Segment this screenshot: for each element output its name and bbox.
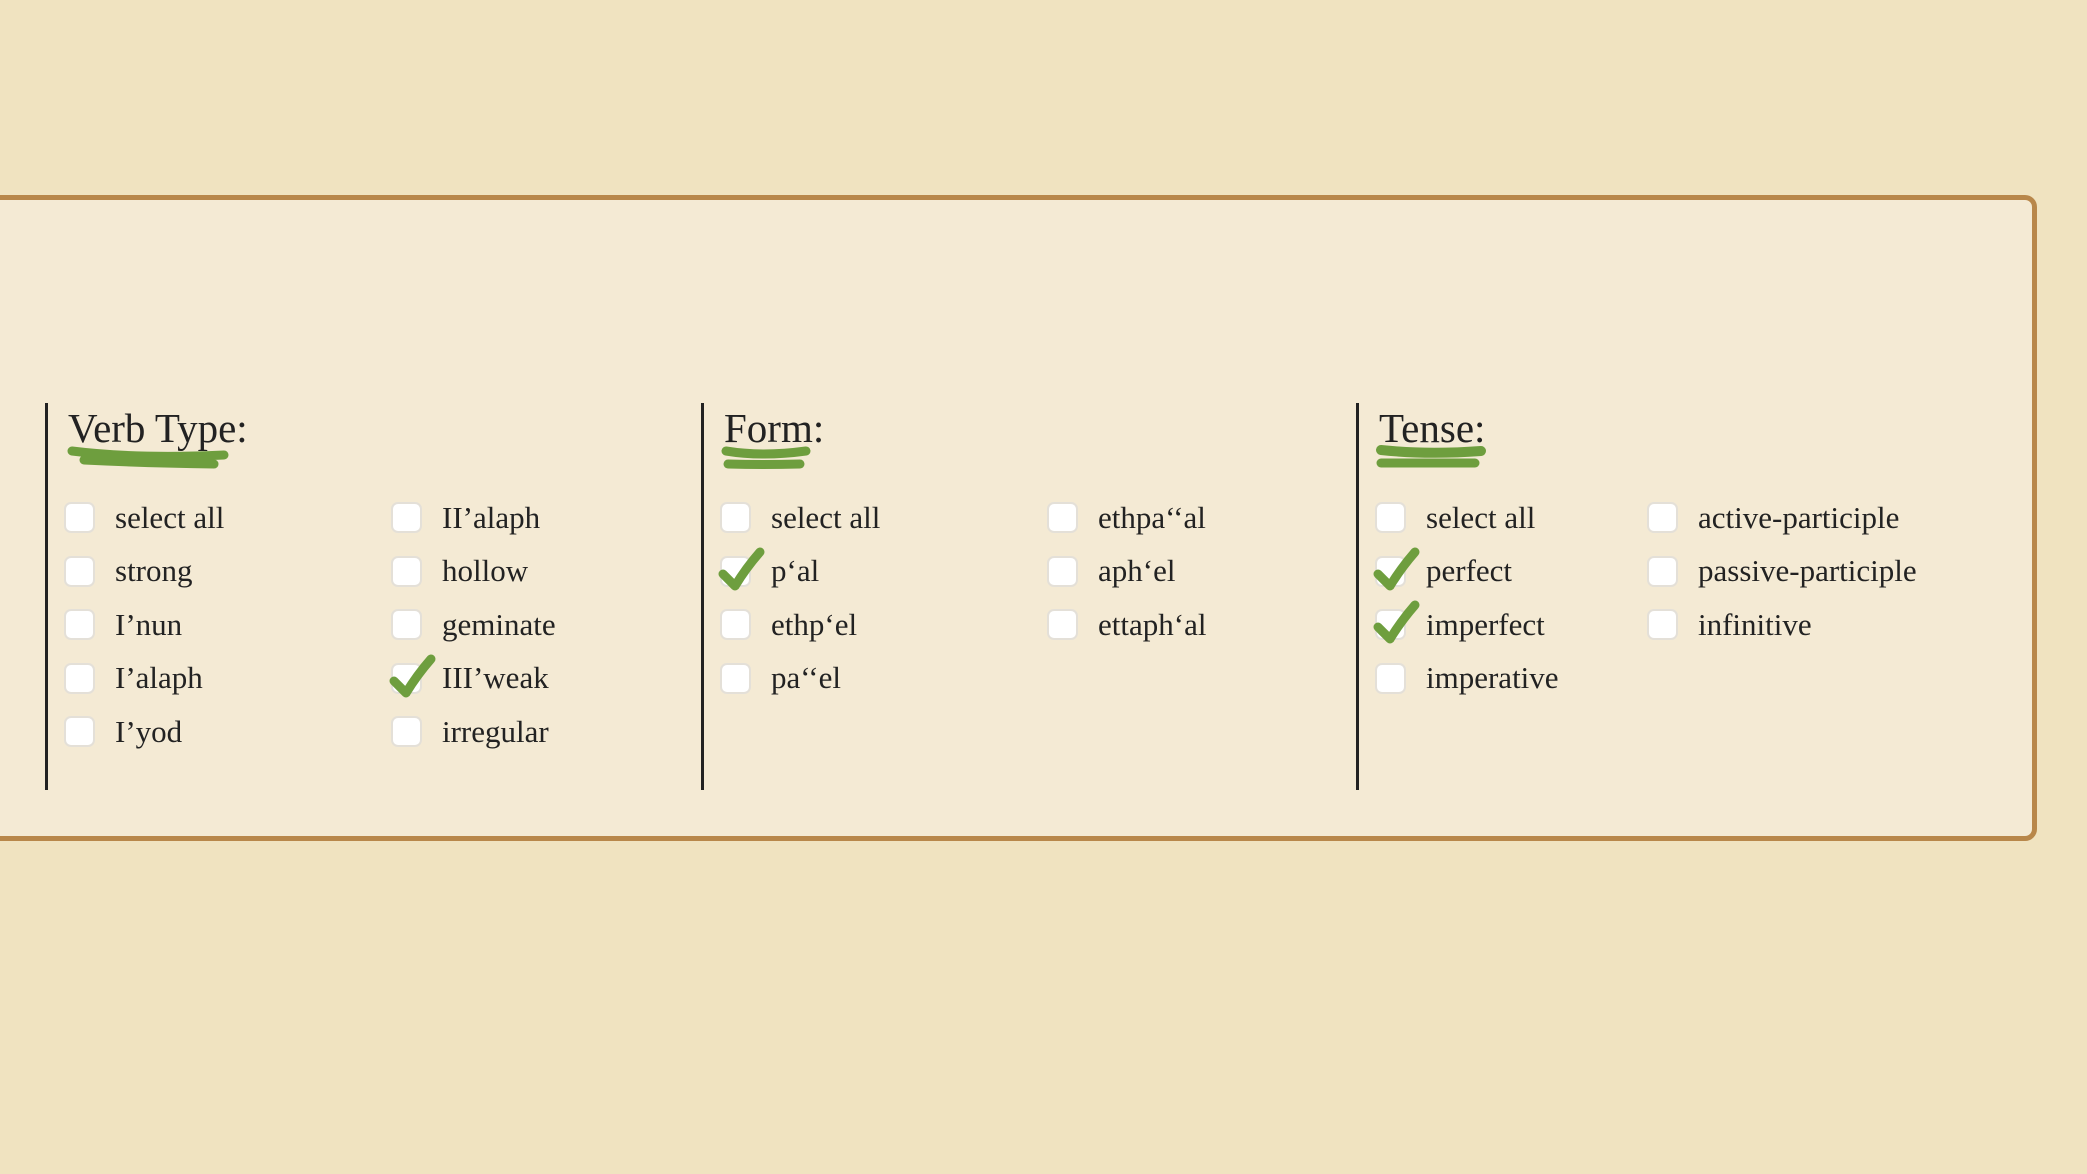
checkbox[interactable] — [391, 716, 422, 748]
checkbox-item-form-pa-el[interactable]: pa‘‘el — [720, 652, 880, 706]
checkbox-label: I’yod — [115, 713, 183, 749]
checkbox[interactable] — [1373, 600, 1420, 644]
checkbox-item-verb-type-strong[interactable]: strong — [64, 545, 224, 599]
checkbox[interactable] — [1047, 555, 1078, 587]
checkbox-item-tense-imperative[interactable]: imperative — [1375, 652, 1559, 706]
checkbox[interactable] — [1375, 502, 1406, 534]
checkbox-item-verb-type-geminate[interactable]: geminate — [391, 598, 556, 652]
tense-column-1: select all perfect imperfect imperative — [1373, 491, 1559, 706]
checkbox-item-form-p-al[interactable]: p‘al — [718, 545, 880, 599]
checkbox-item-verb-type-irregular[interactable]: irregular — [391, 705, 556, 759]
checkbox[interactable] — [720, 609, 751, 641]
checkbox-label: select all — [1426, 499, 1536, 535]
checkbox-item-verb-type-select-all[interactable]: select all — [64, 491, 224, 545]
green-checkmark-icon — [389, 654, 436, 698]
form-column-1: select all p‘al ethp‘el pa‘‘el — [718, 491, 880, 706]
checkbox-item-form-ethp-el[interactable]: ethp‘el — [720, 598, 880, 652]
checkbox[interactable] — [391, 555, 422, 587]
checkbox-item-verb-type-i-yod[interactable]: I’yod — [64, 705, 224, 759]
checkbox-item-tense-passive-participle[interactable]: passive-participle — [1647, 545, 1917, 599]
checkbox-item-form-ettaph-al[interactable]: ettaph‘al — [1047, 598, 1206, 652]
checkbox-label: infinitive — [1698, 606, 1812, 642]
checkbox-item-verb-type-i-alaph[interactable]: I’alaph — [64, 652, 224, 706]
checkbox[interactable] — [1647, 555, 1678, 587]
checkbox[interactable] — [1647, 502, 1678, 534]
checkbox[interactable] — [1047, 502, 1078, 534]
checkbox-label: ethp‘el — [771, 606, 858, 642]
checkbox-label: select all — [771, 499, 881, 535]
checkbox[interactable] — [720, 502, 751, 534]
checkbox[interactable] — [64, 502, 95, 534]
checkbox-item-tense-perfect[interactable]: perfect — [1373, 545, 1559, 599]
checkbox-item-verb-type-i-nun[interactable]: I’nun — [64, 598, 224, 652]
checkbox-label: select all — [115, 499, 225, 535]
verb-type-column-2: II’alaph hollow geminate III’weak irregular — [389, 491, 556, 759]
checkbox-label: I’alaph — [115, 660, 203, 696]
checkbox[interactable] — [1647, 609, 1678, 641]
checkbox-label: active-participle — [1698, 499, 1900, 535]
checkbox-label: geminate — [442, 606, 556, 642]
checkbox-label: passive-participle — [1698, 553, 1917, 589]
checkbox-label: I’nun — [115, 606, 183, 642]
checkbox[interactable] — [718, 547, 765, 591]
verb-type-column-1: select all strong I’nun I’alaph I’yod — [64, 491, 224, 759]
checkbox-item-tense-imperfect[interactable]: imperfect — [1373, 598, 1559, 652]
checkbox-item-tense-active-participle[interactable]: active-participle — [1647, 491, 1917, 545]
group-tense: Tense: select all perfect imperfect imperat… — [1356, 403, 2016, 790]
checkbox[interactable] — [391, 502, 422, 534]
checkbox-label: irregular — [442, 713, 549, 749]
checkbox[interactable] — [720, 662, 751, 694]
checkbox-label: II’alaph — [442, 499, 541, 535]
checkbox-item-form-select-all[interactable]: select all — [720, 491, 880, 545]
checkbox[interactable] — [64, 555, 95, 587]
tense-column-2: active-participle passive-participle infin… — [1647, 491, 1917, 652]
checkbox-label: ettaph‘al — [1098, 606, 1207, 642]
checkbox[interactable] — [64, 609, 95, 641]
checkbox-label: hollow — [442, 553, 529, 589]
checkbox-item-form-ethpa-al[interactable]: ethpa‘‘al — [1047, 491, 1206, 545]
checkbox[interactable] — [64, 662, 95, 694]
green-underline-annotation — [721, 446, 811, 469]
checkbox[interactable] — [1375, 662, 1406, 694]
checkbox-label: III’weak — [442, 660, 549, 696]
checkbox-item-form-aph-el[interactable]: aph‘el — [1047, 545, 1206, 599]
checkbox-label: pa‘‘el — [771, 660, 841, 696]
green-checkmark-icon — [1373, 600, 1420, 644]
green-underline-annotation — [67, 446, 229, 469]
form-column-2: ethpa‘‘al aph‘el ettaph‘al — [1047, 491, 1206, 652]
group-form: Form: select all p‘al ethp‘el pa‘‘el ethpa‘… — [701, 403, 1341, 790]
checkbox[interactable] — [391, 609, 422, 641]
checkbox[interactable] — [389, 654, 436, 698]
checkbox[interactable] — [1047, 609, 1078, 641]
checkbox-label: p‘al — [771, 553, 820, 589]
checkbox-label: ethpa‘‘al — [1098, 499, 1206, 535]
checkbox-label: strong — [115, 553, 193, 589]
checkbox-label: imperfect — [1426, 606, 1545, 642]
checkbox-item-tense-infinitive[interactable]: infinitive — [1647, 598, 1917, 652]
checkbox[interactable] — [64, 716, 95, 748]
green-checkmark-icon — [1373, 547, 1420, 591]
checkbox[interactable] — [1373, 547, 1420, 591]
checkbox-label: imperative — [1426, 660, 1559, 696]
checkbox-label: perfect — [1426, 553, 1513, 589]
checkbox-item-verb-type-hollow[interactable]: hollow — [391, 545, 556, 599]
green-checkmark-icon — [718, 547, 765, 591]
checkbox-item-tense-select-all[interactable]: select all — [1375, 491, 1559, 545]
group-verb-type: Verb Type: select all strong I’nun I’alaph I… — [45, 403, 685, 790]
checkbox-item-verb-type-iii-weak[interactable]: III’weak — [389, 652, 556, 706]
filter-panel: Verb Type: select all strong I’nun I’alaph I… — [0, 195, 2037, 841]
green-underline-annotation — [1376, 445, 1486, 468]
checkbox-label: aph‘el — [1098, 553, 1176, 589]
checkbox-item-verb-type-ii-alaph[interactable]: II’alaph — [391, 491, 556, 545]
